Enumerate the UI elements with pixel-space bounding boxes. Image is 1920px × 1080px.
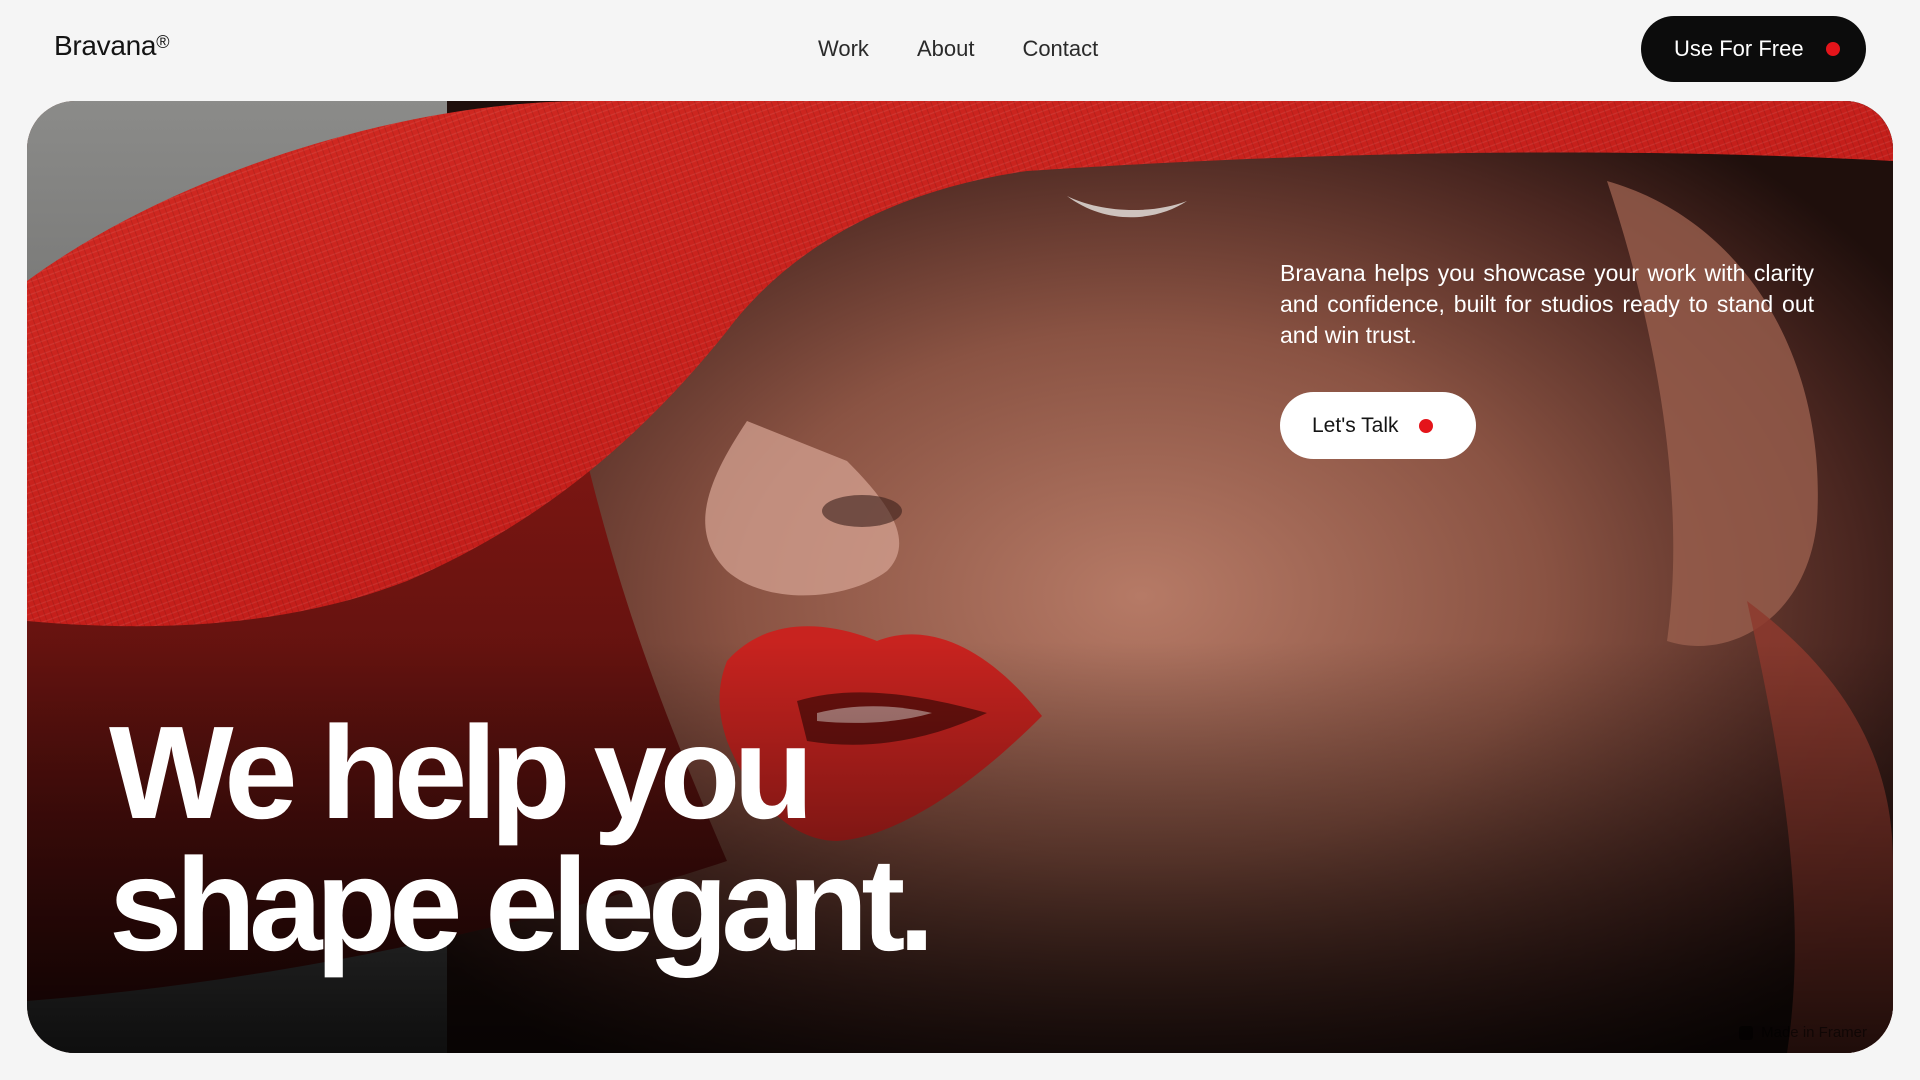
brand-name: Bravana [54, 30, 157, 61]
nav-link-work[interactable]: Work [818, 36, 869, 62]
headline-line-1: We help you [109, 699, 814, 846]
red-dot-icon [1825, 42, 1840, 56]
red-dot-icon [1418, 418, 1433, 433]
page: Bravana® Work About Contact Use For Free [0, 0, 1920, 1080]
use-for-free-label: Use For Free [1674, 36, 1804, 61]
hero-section: Bravana helps you showcase your work wit… [27, 101, 1893, 1053]
nav-link-about[interactable]: About [917, 36, 975, 62]
framer-icon [1739, 1025, 1754, 1040]
brand-logo[interactable]: Bravana® [54, 30, 169, 62]
lets-talk-button[interactable]: Let's Talk [1280, 392, 1476, 459]
made-in-framer-badge[interactable]: Made in Framer [1739, 1024, 1867, 1041]
lets-talk-label: Let's Talk [1312, 413, 1399, 437]
registered-mark: ® [156, 32, 170, 52]
hero-headline: We help you shape elegant. [109, 699, 935, 978]
headline-line-2: shape elegant. [109, 831, 935, 978]
use-for-free-button[interactable]: Use For Free [1641, 16, 1866, 82]
hero-description: Bravana helps you showcase your work wit… [1280, 260, 1814, 348]
main-nav: Work About Contact [818, 36, 1098, 62]
badge-label: Made in Framer [1761, 1024, 1867, 1041]
nav-link-contact[interactable]: Contact [1022, 36, 1098, 62]
